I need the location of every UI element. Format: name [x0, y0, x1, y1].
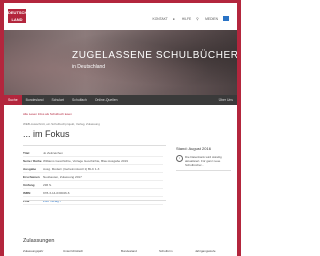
meta-row: ISBN 978-3-14-030046-6: [23, 189, 163, 197]
column-header: Jahrgangsstufe: [195, 249, 216, 253]
site-logo[interactable]: DEUTSCH LAND: [8, 9, 28, 23]
nav-item-suche[interactable]: Suche: [4, 95, 22, 105]
meta-row: Umfang 296 S.: [23, 181, 163, 189]
meta-key: Erschienen: [23, 174, 40, 179]
column-header: Schulform: [159, 249, 173, 253]
table-header: Zulassungsjahr Unterrichtsfach Bundeslan…: [23, 249, 233, 253]
top-link-2[interactable]: HILFE: [182, 17, 191, 21]
column-header: Bundesland: [121, 249, 137, 253]
info-note: i Die Datenbank wird ständig aktualisier…: [176, 155, 231, 167]
meta-row: Link Zum Verlag ›: [23, 197, 163, 205]
meta-value: Ausg. Modern (Geheimnisvoll 1) BLC 1-3: [43, 166, 100, 171]
top-links: KONTAKT ● HILFE ⚲ MEDIEN: [153, 16, 229, 21]
column-header: Zulassungsjahr: [23, 249, 44, 253]
nav-item-schulfach[interactable]: Schulfach: [68, 95, 91, 105]
hero-subtitle: in Deutschland: [72, 64, 106, 70]
data-status: Stand: August 2016: [176, 146, 211, 151]
main-nav: Suche Bundesland Schulart Schulfach Onli…: [4, 95, 237, 105]
meta-row: Erschienen Neubauten, Zulassung 2017: [23, 173, 163, 181]
meta-row: Ausgabe Ausg. Modern (Geheimnisvoll 1) B…: [23, 165, 163, 173]
menu-icon[interactable]: [223, 16, 229, 21]
logo-line-2: LAND: [11, 17, 23, 22]
top-link-1[interactable]: KONTAKT: [153, 17, 168, 21]
hero-background-image: [4, 30, 237, 95]
meta-value: Neubauten, Zulassung 2017: [43, 174, 82, 179]
meta-value: Williams Geschichte, Vorlage Geschichte,…: [43, 158, 128, 163]
book-metadata: Titel Jo Zeitzeichen Serie / Reihe Willi…: [23, 149, 163, 205]
divider: [23, 200, 166, 201]
breadcrumb[interactable]: Alle Lesen Infos als Schulbuch lesen: [23, 112, 72, 116]
meta-value: 978-3-14-030046-6: [43, 190, 70, 195]
meta-row: Titel Jo Zeitzeichen: [23, 149, 163, 157]
user-icon[interactable]: ●: [173, 17, 177, 21]
nav-item-schulart[interactable]: Schulart: [48, 95, 68, 105]
hero-title: ZUGELASSENE SCHULBÜCHER: [72, 50, 237, 61]
meta-key: Umfang: [23, 182, 35, 187]
meta-value: Jo Zeitzeichen: [43, 150, 63, 155]
divider: [23, 145, 166, 146]
info-note-text: Die Datenbank wird ständig aktualisiert.…: [185, 155, 222, 167]
hero-banner: ZUGELASSENE SCHULBÜCHER in Deutschland: [4, 30, 237, 95]
meta-key: Ausgabe: [23, 166, 37, 171]
meta-row: Serie / Reihe Williams Geschichte, Vorla…: [23, 157, 163, 165]
section-title: Zulassungen: [23, 238, 55, 244]
logo-line-1: DEUTSCH: [8, 10, 28, 15]
meta-key: Serie / Reihe: [23, 158, 42, 163]
top-bar: DEUTSCH LAND KONTAKT ● HILFE ⚲ MEDIEN: [4, 3, 237, 29]
meta-key: Titel: [23, 150, 30, 155]
sidebar-info: Stand: August 2016 i Die Datenbank wird …: [176, 146, 231, 171]
column-header: Unterrichtsfach: [63, 249, 84, 253]
top-link-3[interactable]: MEDIEN: [205, 17, 218, 21]
divider: [176, 170, 231, 171]
search-icon[interactable]: ⚲: [196, 17, 200, 21]
meta-key: ISBN: [23, 190, 31, 195]
page: DEUTSCH LAND KONTAKT ● HILFE ⚲ MEDIEN ZU…: [4, 3, 237, 256]
nav-item-ueber-uns[interactable]: Über Uns: [219, 98, 237, 102]
nav-item-bundesland[interactable]: Bundesland: [22, 95, 48, 105]
meta-value: 296 S.: [43, 182, 52, 187]
page-subtitle: WEB-Ausschnitt, ein Schulbuchprojekt, Ve…: [23, 122, 100, 126]
nav-item-online-quellen[interactable]: Online-Quellen: [91, 95, 122, 105]
info-icon: i: [176, 155, 183, 162]
page-title: ... im Fokus: [23, 129, 70, 139]
